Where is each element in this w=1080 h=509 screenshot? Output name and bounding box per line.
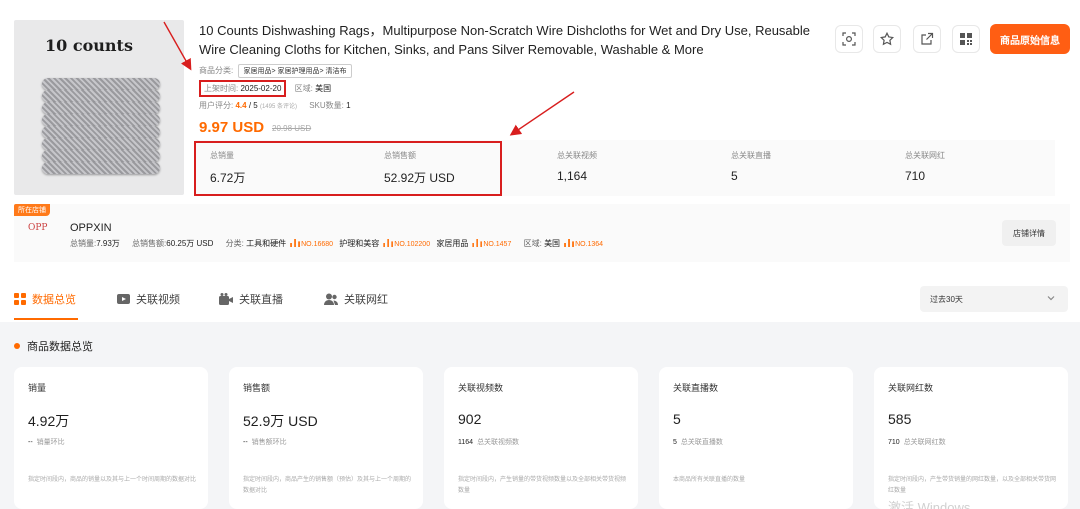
card-label: 关联视频数 xyxy=(458,383,504,393)
card-sub-number: 1164 xyxy=(458,439,474,446)
overview-title: 商品数据总览 xyxy=(14,338,93,354)
store-badge: 所在店铺 xyxy=(14,204,50,216)
card-description: 指定时间段内，商品产生的销售额（预估）及其与上一个周期的数据对比 xyxy=(243,477,412,494)
store-revenue-label: 总销售额: xyxy=(132,239,167,248)
card-sub-label: 销量环比 xyxy=(36,439,65,446)
tab-label: 关联直播 xyxy=(239,294,283,306)
card-sub-label: 销售额环比 xyxy=(251,439,287,446)
card-sub-number: -- xyxy=(28,439,33,446)
store-name[interactable]: OPPXIN xyxy=(70,222,112,234)
metric-card-revenue: 销售额 52.9万 USD -- 销售额环比 指定时间段内，商品产生的销售额（预估… xyxy=(229,367,423,509)
annotation-arrows xyxy=(163,21,575,136)
users-icon xyxy=(324,293,338,305)
store-meta: 总销量:7.93万 总销售额:60.25万 USD 分类: 工具和硬件 NO.16… xyxy=(70,238,603,249)
tab-related-videos[interactable]: 关联视频 xyxy=(117,291,180,307)
store-sales-label: 总销量: xyxy=(70,239,97,248)
store-details-button[interactable]: 店铺详情 xyxy=(1002,220,1056,246)
card-description: 指定时间段内，产生带货销量的网红数量，以及全部相关带货网红数量 xyxy=(888,477,1057,494)
store-logo[interactable]: OPP xyxy=(28,223,58,243)
grid-icon xyxy=(14,293,26,305)
card-sub: -- 销售额环比 xyxy=(243,437,287,447)
card-description: 本商品所有关联直播的数量 xyxy=(673,477,746,483)
overview-section: 商品数据总览 销量 4.92万 -- 销量环比 指定时间段内，商品的销量以及其与上… xyxy=(0,322,1080,509)
card-description: 指定时间段内，商品的销量以及其与上一个时间周期的数据对比 xyxy=(28,477,197,483)
video-icon xyxy=(117,294,130,304)
active-tab-indicator xyxy=(14,318,78,320)
card-description: 指定时间段内，产生销量的带货视频数量以及全部相关带货视频数量 xyxy=(458,477,627,494)
card-label: 关联直播数 xyxy=(673,383,719,393)
store-category-name: 工具和硬件 xyxy=(246,239,287,248)
rank-bars-icon xyxy=(472,239,483,247)
store-category-label: 分类: xyxy=(225,239,244,248)
store-region-rank: NO.1364 xyxy=(575,241,604,248)
rank-bars-icon xyxy=(383,239,394,247)
metric-card-videos: 关联视频数 902 1164 总关联视频数 指定时间段内，产生销量的带货视频数量以… xyxy=(444,367,638,509)
arrow-to-date xyxy=(163,21,192,71)
card-sub-label: 总关联视频数 xyxy=(477,439,520,446)
tab-data-overview[interactable]: 数据总览 xyxy=(14,291,76,307)
card-value: 52.9万 USD xyxy=(243,413,318,429)
overview-title-text: 商品数据总览 xyxy=(27,341,93,353)
card-value: 5 xyxy=(673,411,681,427)
metric-card-lives: 关联直播数 5 5 总关联直播数 本商品所有关联直播的数量 xyxy=(659,367,853,509)
card-label: 销售额 xyxy=(243,383,271,393)
windows-activation-watermark: 激活 Windows xyxy=(888,500,971,509)
card-sub-number: 5 xyxy=(673,439,677,446)
card-sub: 1164 总关联视频数 xyxy=(458,437,519,447)
store-category-rank: NO.102200 xyxy=(394,241,431,248)
store-region: 美国 xyxy=(544,239,561,248)
live-icon xyxy=(219,293,233,305)
card-label: 销量 xyxy=(28,383,47,393)
tab-label: 关联网红 xyxy=(344,294,388,306)
store-category-name: 护理和美容 xyxy=(339,239,380,248)
tab-label: 关联视频 xyxy=(136,294,180,306)
store-region-label: 区域: xyxy=(523,239,542,248)
rank-bars-icon xyxy=(564,239,575,247)
card-sub-number: -- xyxy=(243,439,248,446)
card-label: 关联网红数 xyxy=(888,383,934,393)
metric-card-sales: 销量 4.92万 -- 销量环比 指定时间段内，商品的销量以及其与上一个时间周期的… xyxy=(14,367,208,509)
tab-related-influencers[interactable]: 关联网红 xyxy=(324,291,388,307)
rank-bars-icon xyxy=(290,239,301,247)
card-sub-number: 710 xyxy=(888,439,900,446)
arrow-to-stats xyxy=(509,91,575,136)
card-value: 585 xyxy=(888,411,912,427)
time-range-select[interactable]: 过去30天 xyxy=(920,286,1068,312)
tab-label: 数据总览 xyxy=(32,294,76,306)
store-category-name: 家居用品 xyxy=(436,239,469,248)
store-revenue: 60.25万 USD xyxy=(166,239,214,248)
card-sub: 5 总关联直播数 xyxy=(673,437,723,447)
card-sub-label: 总关联网红数 xyxy=(903,439,946,446)
tab-related-live[interactable]: 关联直播 xyxy=(219,291,283,307)
card-sub-label: 总关联直播数 xyxy=(680,439,723,446)
card-value: 4.92万 xyxy=(28,413,70,429)
time-range-value: 过去30天 xyxy=(930,295,963,304)
store-row: 所在店铺 OPP OPPXIN 总销量:7.93万 总销售额:60.25万 US… xyxy=(14,204,1070,262)
tab-bar: 数据总览 关联视频 关联直播 关联网红 xyxy=(0,280,1080,320)
metric-card-influencers: 关联网红数 585 710 总关联网红数 指定时间段内，产生带货销量的网红数量，以… xyxy=(874,367,1068,509)
card-sub: -- 销量环比 xyxy=(28,437,65,447)
card-sub: 710 总关联网红数 xyxy=(888,437,946,447)
store-category-rank: NO.1457 xyxy=(483,241,512,248)
store-category-rank: NO.16680 xyxy=(301,241,334,248)
card-value: 902 xyxy=(458,411,482,427)
bullet-dot-icon xyxy=(14,343,20,349)
chevron-down-icon xyxy=(1047,296,1055,301)
store-sales: 7.93万 xyxy=(96,239,120,248)
